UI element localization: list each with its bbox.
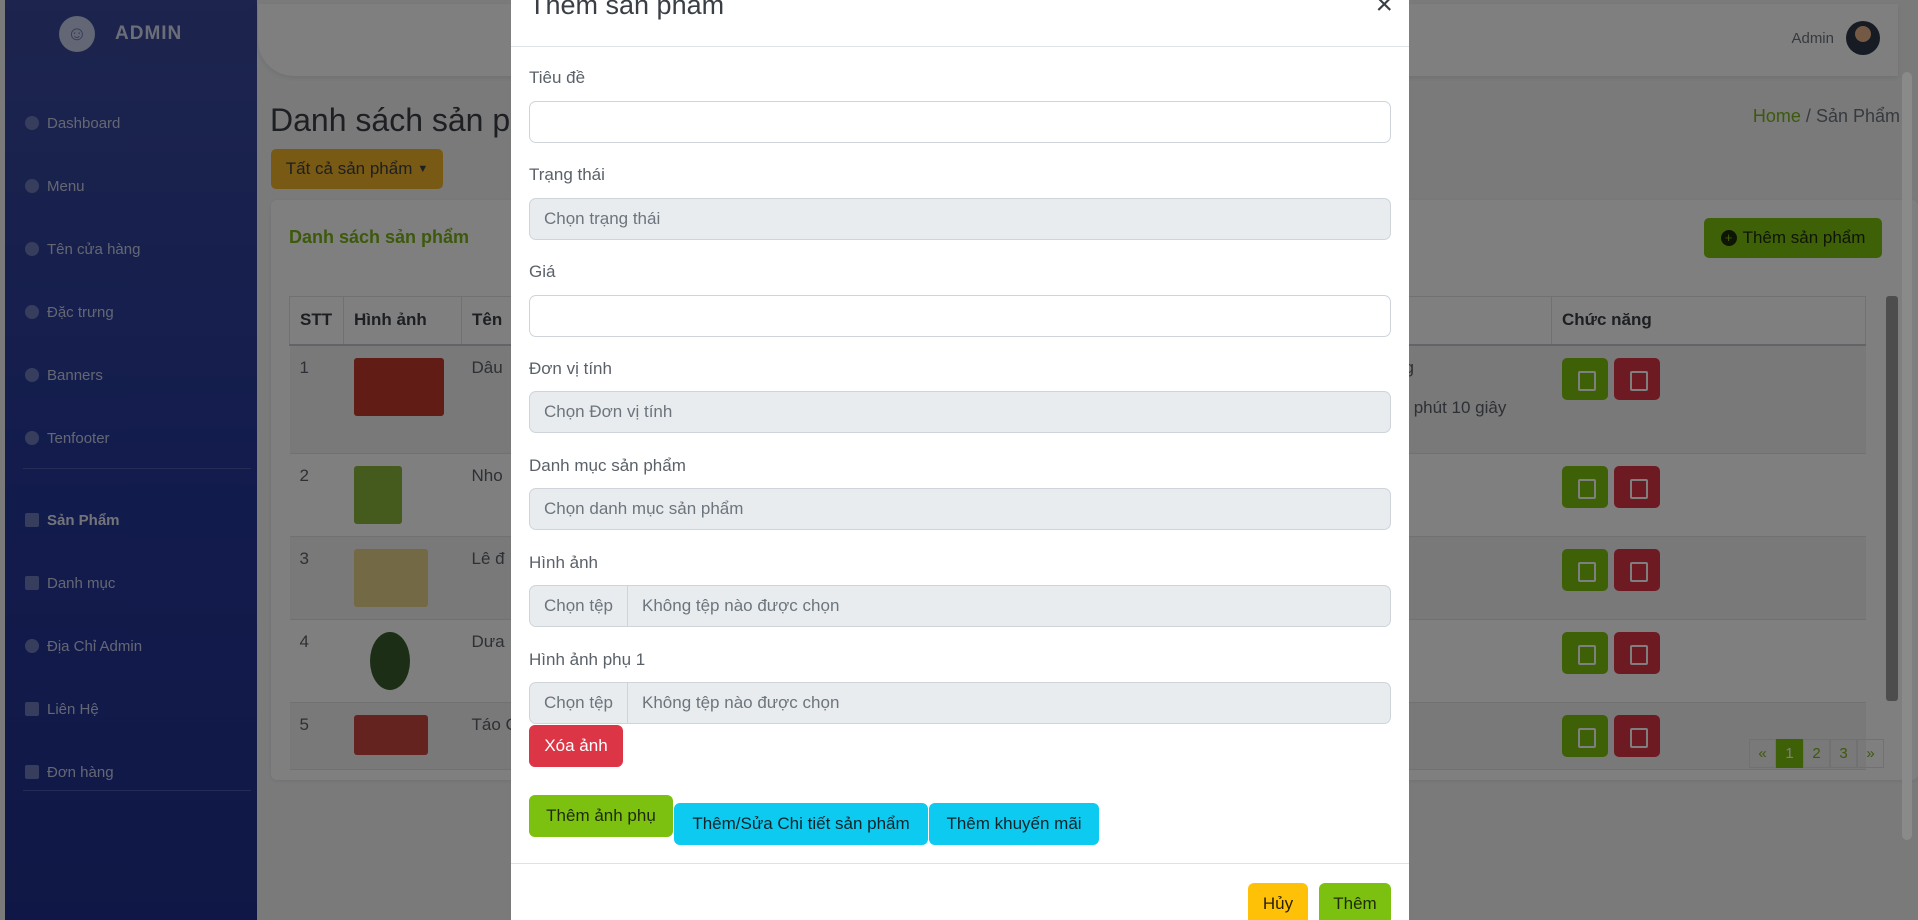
category-label: Danh mục sản phẩm [529, 456, 686, 475]
sub-image-label: Hình ảnh phụ 1 [529, 650, 646, 669]
title-input[interactable] [529, 101, 1391, 143]
add-promotion-button[interactable]: Thêm khuyến mãi [929, 803, 1099, 845]
modal-header: Thêm sản phẩm × [511, 0, 1409, 47]
unit-select[interactable]: Chọn Đơn vị tính [529, 391, 1391, 433]
close-icon[interactable]: × [1375, 0, 1393, 20]
choose-file-button[interactable]: Chọn tệp [530, 683, 628, 723]
add-product-modal: Thêm sản phẩm × Tiêu đề Trạng thái Chọn … [511, 0, 1409, 920]
file-status: Không tệp nào được chọn [642, 693, 840, 712]
page-scrollbar[interactable] [1898, 72, 1916, 840]
delete-image-button[interactable]: Xóa ảnh [529, 725, 623, 767]
edit-product-detail-button[interactable]: Thêm/Sửa Chi tiết sản phẩm [674, 803, 928, 845]
image-label: Hình ảnh [529, 553, 598, 572]
submit-button[interactable]: Thêm [1319, 883, 1391, 920]
add-sub-image-button[interactable]: Thêm ảnh phụ [529, 795, 673, 837]
unit-label: Đơn vị tính [529, 359, 612, 378]
image-file-input[interactable]: Chọn tệp Không tệp nào được chọn [529, 585, 1391, 627]
scrollbar-thumb[interactable] [1902, 72, 1912, 840]
cancel-button[interactable]: Hủy [1248, 883, 1308, 920]
price-input[interactable] [529, 295, 1391, 337]
modal-footer-divider [511, 863, 1409, 864]
file-status: Không tệp nào được chọn [642, 596, 840, 615]
status-select[interactable]: Chọn trạng thái [529, 198, 1391, 240]
title-label: Tiêu đề [529, 68, 586, 87]
price-label: Giá [529, 262, 556, 281]
sub-image-file-input[interactable]: Chọn tệp Không tệp nào được chọn [529, 682, 1391, 724]
choose-file-button[interactable]: Chọn tệp [530, 586, 628, 626]
modal-title: Thêm sản phẩm [529, 0, 725, 20]
category-select[interactable]: Chọn danh mục sản phẩm [529, 488, 1391, 530]
status-label: Trạng thái [529, 165, 605, 184]
